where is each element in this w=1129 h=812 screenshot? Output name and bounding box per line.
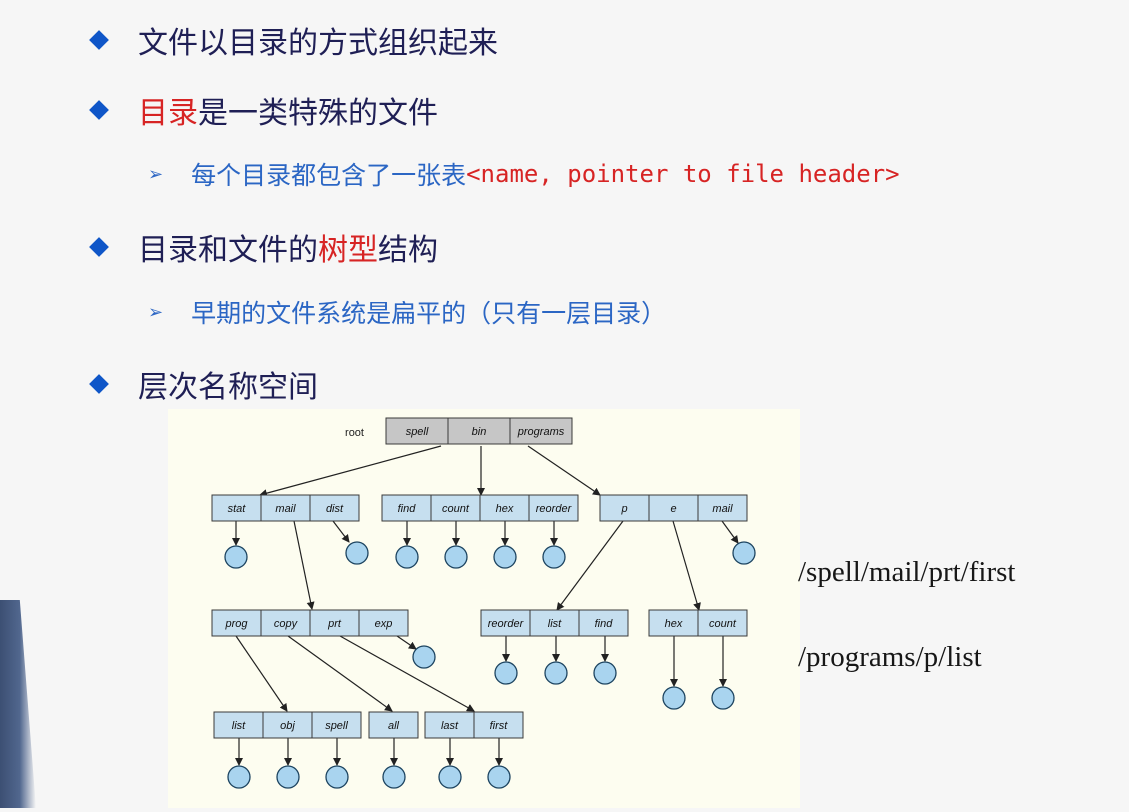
prog-dir-label: spell — [325, 720, 348, 732]
p-dir-label: reorder — [488, 618, 525, 630]
diamond-bullet-icon — [89, 100, 109, 120]
file-node — [276, 765, 300, 789]
programs-dir-label: p — [620, 503, 627, 515]
bullet-text: 是一类特殊的文件 — [198, 96, 438, 131]
spell-dir-label: mail — [275, 503, 296, 515]
mail-dir-label: prt — [327, 618, 342, 630]
file-node — [487, 765, 511, 789]
mail-dir-label: prog — [224, 618, 248, 630]
file-node — [227, 765, 251, 789]
sub-flat-filesystem: ➢ 早期的文件系统是扁平的（只有一层目录） — [148, 294, 666, 330]
root-dir-label: spell — [406, 426, 429, 438]
copy-dir-label: all — [388, 720, 400, 732]
bullet-text: 结构 — [378, 233, 438, 268]
file-node — [325, 765, 349, 789]
file-node — [544, 661, 568, 685]
file-node — [542, 545, 566, 569]
file-node — [395, 545, 419, 569]
bin-dir-label: hex — [496, 503, 514, 515]
spell-dir-label: dist — [326, 503, 344, 515]
root-dir-label: bin — [472, 426, 487, 438]
root-label: root — [345, 427, 364, 439]
tree-edge — [287, 635, 393, 712]
prog-dir-label: list — [232, 720, 246, 732]
file-node — [444, 545, 468, 569]
path-example-second: /programs/p/list — [798, 641, 982, 673]
file-node — [494, 661, 518, 685]
bin-dir-label: reorder — [536, 503, 573, 515]
presenter-shoulder-edge — [0, 600, 36, 808]
bullet-tree-structure: 目录和文件的 树型 结构 — [86, 225, 438, 269]
p-dir-label: list — [548, 618, 562, 630]
directory-tree-figure: root spell bin programs stat mail dist find coun… — [168, 409, 800, 808]
file-node — [412, 645, 436, 669]
arrow-bullet-icon: ➢ — [148, 301, 164, 323]
file-node — [732, 541, 756, 565]
path-example-first: /spell/mail/prt/first — [798, 556, 1016, 588]
bullet-files-organized: 文件以目录的方式组织起来 — [86, 18, 498, 62]
sub-text: 早期的文件系统是扁平的（只有一层目录） — [191, 299, 667, 328]
file-node — [662, 686, 686, 710]
tree-edge — [672, 520, 701, 611]
programs-dir-label: e — [670, 503, 676, 515]
file-node — [493, 545, 517, 569]
tree-edge — [721, 520, 739, 544]
prt-dir-label: last — [441, 720, 459, 732]
bin-dir-label: count — [442, 503, 470, 515]
highlight-text: 树型 — [318, 233, 378, 268]
e-dir-label: hex — [665, 618, 683, 630]
sub-text: 每个目录都包含了一张表 — [191, 161, 467, 190]
bullet-text: 目录和文件的 — [138, 233, 318, 268]
tree-edge — [293, 520, 315, 610]
tree-edge — [396, 635, 417, 650]
file-node — [593, 661, 617, 685]
tree-edge — [332, 520, 350, 543]
p-dir-label: find — [595, 618, 614, 630]
bin-dir-label: find — [398, 503, 417, 515]
file-node — [438, 765, 462, 789]
bullet-hierarchical-namespace: 层次名称空间 — [86, 362, 318, 406]
diamond-bullet-icon — [89, 374, 109, 394]
mail-dir-label: copy — [274, 618, 299, 630]
sub-directory-table: ➢ 每个目录都包含了一张表 <name, pointer to file hea… — [148, 156, 900, 192]
file-node — [711, 686, 735, 710]
e-dir-label: count — [709, 618, 737, 630]
file-node — [345, 541, 369, 565]
directory-tree-diagram: root spell bin programs stat mail dist find coun… — [211, 417, 756, 789]
tree-edge — [556, 520, 624, 611]
highlight-text: 目录 — [138, 96, 198, 131]
arrow-bullet-icon: ➢ — [148, 163, 164, 185]
bullet-directory-special-file: 目录 是一类特殊的文件 — [86, 88, 438, 132]
bullet-text: 层次名称空间 — [138, 370, 318, 405]
mail-dir-label: exp — [375, 618, 393, 630]
tree-edge — [235, 635, 288, 712]
bullet-text: 文件以目录的方式组织起来 — [138, 26, 498, 61]
prt-dir-label: first — [490, 720, 509, 732]
file-node — [382, 765, 406, 789]
tree-edge — [339, 635, 475, 712]
diamond-bullet-icon — [89, 237, 109, 257]
tree-edge — [259, 445, 442, 498]
programs-dir-label: mail — [712, 503, 733, 515]
file-node — [224, 545, 248, 569]
code-text: <name, pointer to file header> — [466, 160, 900, 188]
diamond-bullet-icon — [89, 30, 109, 50]
spell-dir-label: stat — [228, 503, 247, 515]
root-dir-label: programs — [517, 426, 565, 438]
tree-edge — [527, 445, 601, 496]
prog-dir-label: obj — [280, 720, 295, 732]
